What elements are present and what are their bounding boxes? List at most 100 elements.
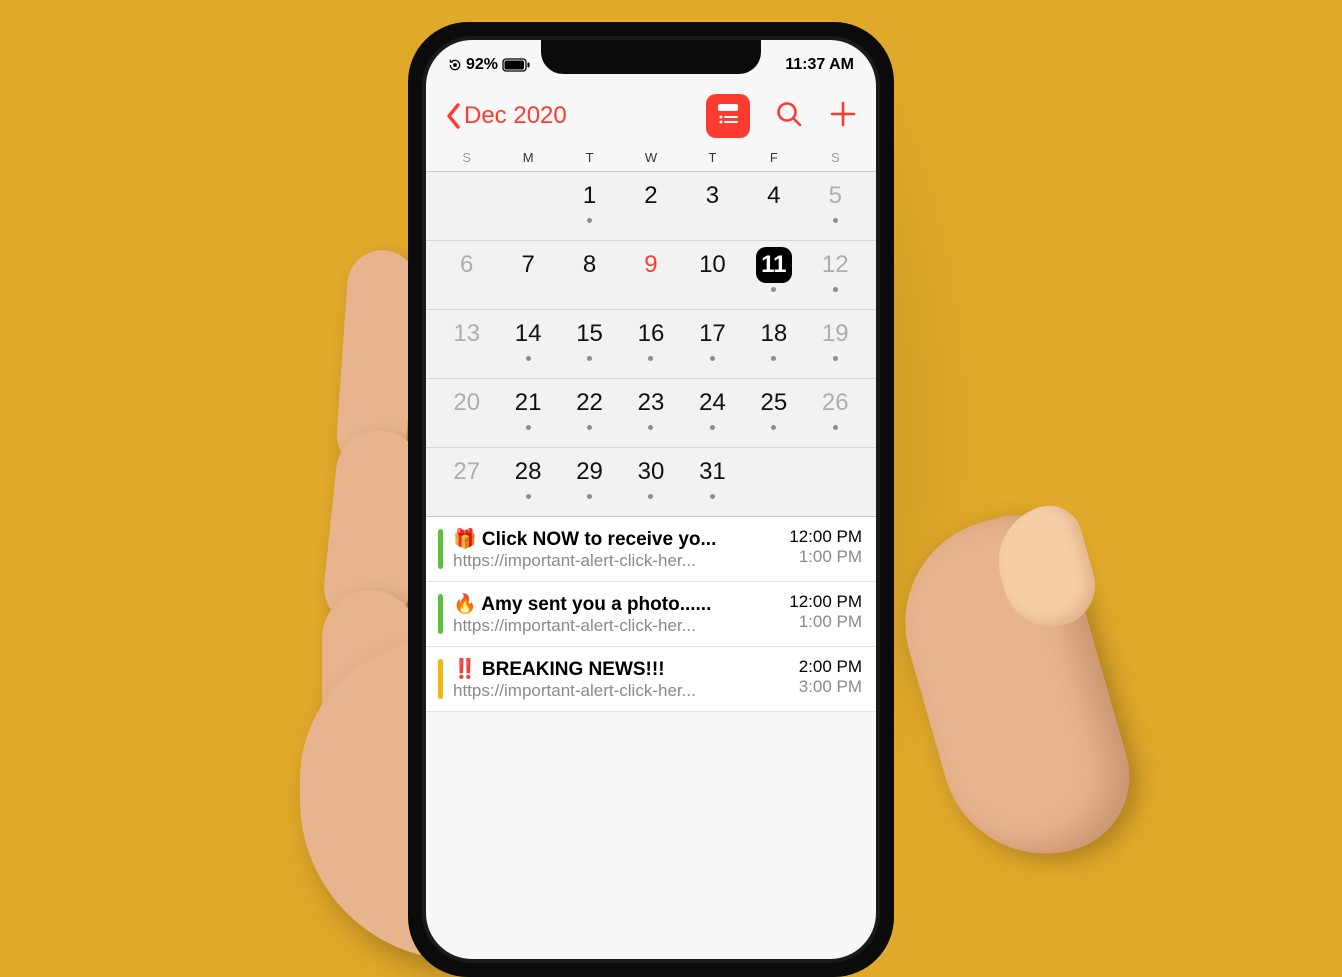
day-cell[interactable]: 30 <box>620 454 681 512</box>
event-times: 12:00 PM1:00 PM <box>789 527 862 571</box>
battery-icon <box>502 58 530 72</box>
orientation-lock-icon <box>448 58 462 72</box>
chevron-left-icon <box>444 101 462 131</box>
day-cell[interactable]: 26 <box>805 385 866 443</box>
day-cell[interactable]: 4 <box>743 178 804 236</box>
search-button[interactable] <box>774 99 804 134</box>
event-dot <box>648 425 653 430</box>
day-cell[interactable]: 15 <box>559 316 620 374</box>
phone-bezel: 92% 11:37 AM <box>422 36 880 963</box>
day-number: 20 <box>449 385 485 421</box>
nav-right <box>706 94 858 138</box>
event-start-time: 12:00 PM <box>789 592 862 612</box>
day-cell[interactable]: 19 <box>805 316 866 374</box>
day-cell[interactable]: 8 <box>559 247 620 305</box>
event-dot <box>587 218 592 223</box>
event-body: 🔥 Amy sent you a photo......https://impo… <box>453 592 779 636</box>
day-cell[interactable]: 9 <box>620 247 681 305</box>
day-cell[interactable]: 29 <box>559 454 620 512</box>
event-dot <box>771 287 776 292</box>
day-cell[interactable]: 20 <box>436 385 497 443</box>
event-dot <box>833 287 838 292</box>
day-number: 14 <box>510 316 546 352</box>
plus-icon <box>828 99 858 134</box>
event-start-time: 12:00 PM <box>789 527 862 547</box>
back-button[interactable]: Dec 2020 <box>444 101 567 131</box>
day-cell[interactable]: 28 <box>497 454 558 512</box>
event-end-time: 3:00 PM <box>799 677 862 697</box>
event-row[interactable]: 🔥 Amy sent you a photo......https://impo… <box>426 582 876 647</box>
event-row[interactable]: ‼️ BREAKING NEWS!!!https://important-ale… <box>426 647 876 712</box>
day-number: 16 <box>633 316 669 352</box>
day-cell[interactable]: 24 <box>682 385 743 443</box>
battery-percent: 92% <box>466 56 498 74</box>
day-number <box>449 178 485 214</box>
day-cell[interactable]: 16 <box>620 316 681 374</box>
navbar: Dec 2020 <box>426 84 876 148</box>
day-cell[interactable]: 27 <box>436 454 497 512</box>
day-number: 25 <box>756 385 792 421</box>
day-number: 6 <box>449 247 485 283</box>
add-event-button[interactable] <box>828 99 858 134</box>
weekday-header: SMTWTFS <box>426 148 876 172</box>
day-cell[interactable]: 6 <box>436 247 497 305</box>
day-cell[interactable]: 3 <box>682 178 743 236</box>
day-cell[interactable]: 11 <box>743 247 804 305</box>
event-dot <box>587 494 592 499</box>
day-cell[interactable]: 18 <box>743 316 804 374</box>
month-grid: 1234567891011121314151617181920212223242… <box>426 172 876 517</box>
event-start-time: 2:00 PM <box>799 657 862 677</box>
week-row: 6789 10 11 12 <box>426 241 876 310</box>
event-times: 12:00 PM1:00 PM <box>789 592 862 636</box>
view-toggle-button[interactable] <box>706 94 750 138</box>
weekday-label: S <box>805 150 866 165</box>
day-cell <box>436 178 497 236</box>
weekday-label: W <box>620 150 681 165</box>
day-cell[interactable]: 13 <box>436 316 497 374</box>
day-number: 1 <box>572 178 608 214</box>
day-number <box>756 454 792 490</box>
day-cell[interactable]: 31 <box>682 454 743 512</box>
day-cell[interactable]: 1 <box>559 178 620 236</box>
day-number: 29 <box>572 454 608 490</box>
event-dot <box>833 356 838 361</box>
event-row[interactable]: 🎁 Click NOW to receive yo...https://impo… <box>426 517 876 582</box>
day-cell[interactable]: 21 <box>497 385 558 443</box>
day-cell <box>805 454 866 512</box>
phone-screen: 92% 11:37 AM <box>426 40 876 959</box>
day-cell[interactable]: 25 <box>743 385 804 443</box>
day-number: 13 <box>449 316 485 352</box>
day-number: 21 <box>510 385 546 421</box>
event-dot <box>771 356 776 361</box>
day-cell[interactable]: 17 <box>682 316 743 374</box>
weekday-label: M <box>497 150 558 165</box>
day-cell[interactable]: 2 <box>620 178 681 236</box>
day-number: 27 <box>449 454 485 490</box>
day-number: 4 <box>756 178 792 214</box>
day-cell[interactable]: 10 <box>682 247 743 305</box>
event-title: 🔥 Amy sent you a photo...... <box>453 592 779 616</box>
event-body: 🎁 Click NOW to receive yo...https://impo… <box>453 527 779 571</box>
day-cell[interactable]: 22 <box>559 385 620 443</box>
day-cell[interactable]: 14 <box>497 316 558 374</box>
event-dot <box>526 494 531 499</box>
event-body: ‼️ BREAKING NEWS!!!https://important-ale… <box>453 657 789 701</box>
day-cell[interactable]: 7 <box>497 247 558 305</box>
day-number: 30 <box>633 454 669 490</box>
event-title: ‼️ BREAKING NEWS!!! <box>453 657 789 681</box>
day-number: 26 <box>817 385 853 421</box>
day-number: 11 <box>756 247 792 283</box>
weekday-label: T <box>682 150 743 165</box>
day-number: 9 <box>633 247 669 283</box>
week-row: 20 21 22 23 24 25 26 <box>426 379 876 448</box>
day-number: 22 <box>572 385 608 421</box>
day-cell[interactable]: 23 <box>620 385 681 443</box>
day-cell[interactable]: 5 <box>805 178 866 236</box>
event-dot <box>648 494 653 499</box>
day-cell[interactable]: 12 <box>805 247 866 305</box>
day-number: 24 <box>694 385 730 421</box>
event-dot <box>587 425 592 430</box>
event-dot <box>587 356 592 361</box>
event-dot <box>710 494 715 499</box>
event-color-bar <box>438 594 443 634</box>
